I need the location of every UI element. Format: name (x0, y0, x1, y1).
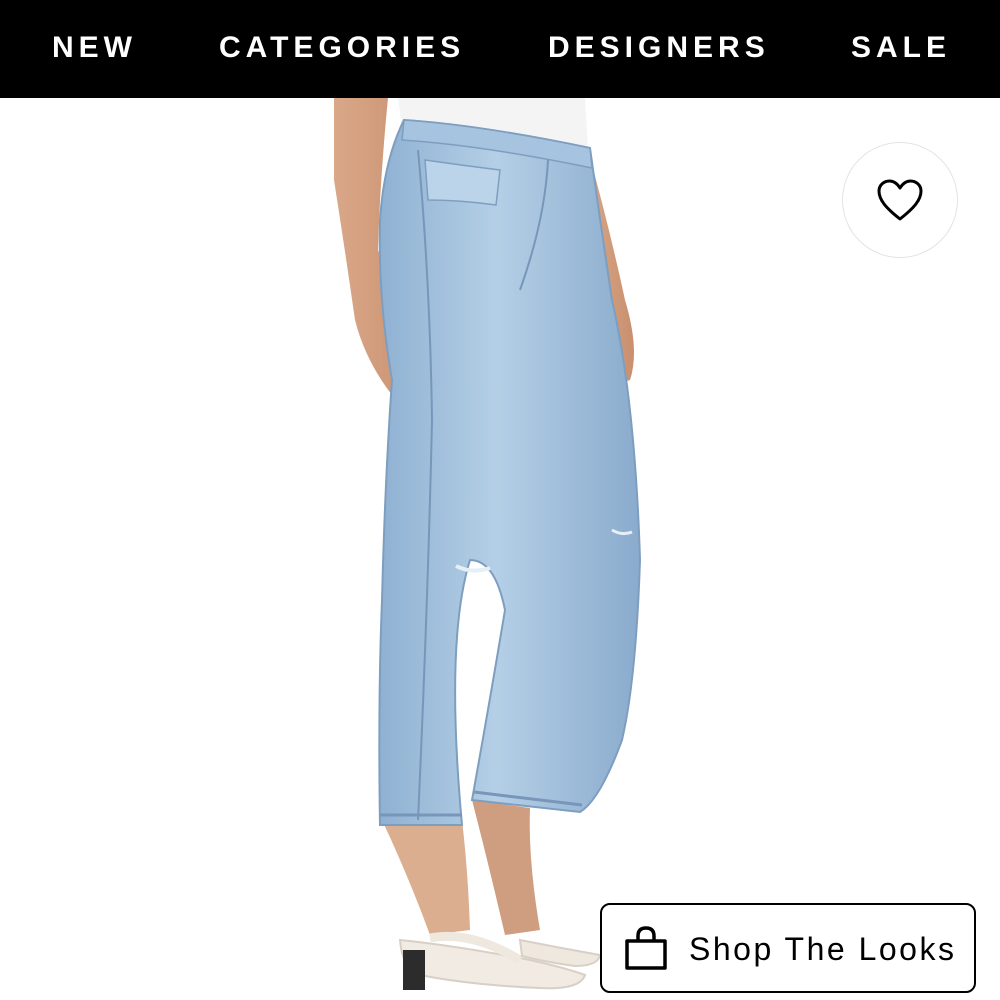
nav-item-new[interactable]: NEW (52, 30, 137, 66)
top-nav: NEW CATEGORIES DESIGNERS SALE (0, 0, 1000, 98)
jeans (378, 118, 642, 826)
model-leg-back (472, 800, 540, 935)
product-image[interactable] (0, 98, 1000, 1000)
shopping-bag-icon (625, 926, 667, 970)
shop-the-looks-label: Shop The Looks (689, 931, 957, 967)
nav-item-sale[interactable]: SALE (851, 30, 951, 66)
wishlist-button[interactable] (842, 142, 958, 258)
heart-icon (877, 179, 923, 221)
product-photo-illustration (334, 98, 642, 990)
shop-the-looks-button[interactable]: Shop The Looks (600, 903, 976, 993)
model-leg-front (382, 820, 470, 935)
nav-item-designers[interactable]: DESIGNERS (548, 30, 770, 66)
nav-item-categories[interactable]: CATEGORIES (219, 30, 465, 66)
sandals (398, 931, 602, 990)
